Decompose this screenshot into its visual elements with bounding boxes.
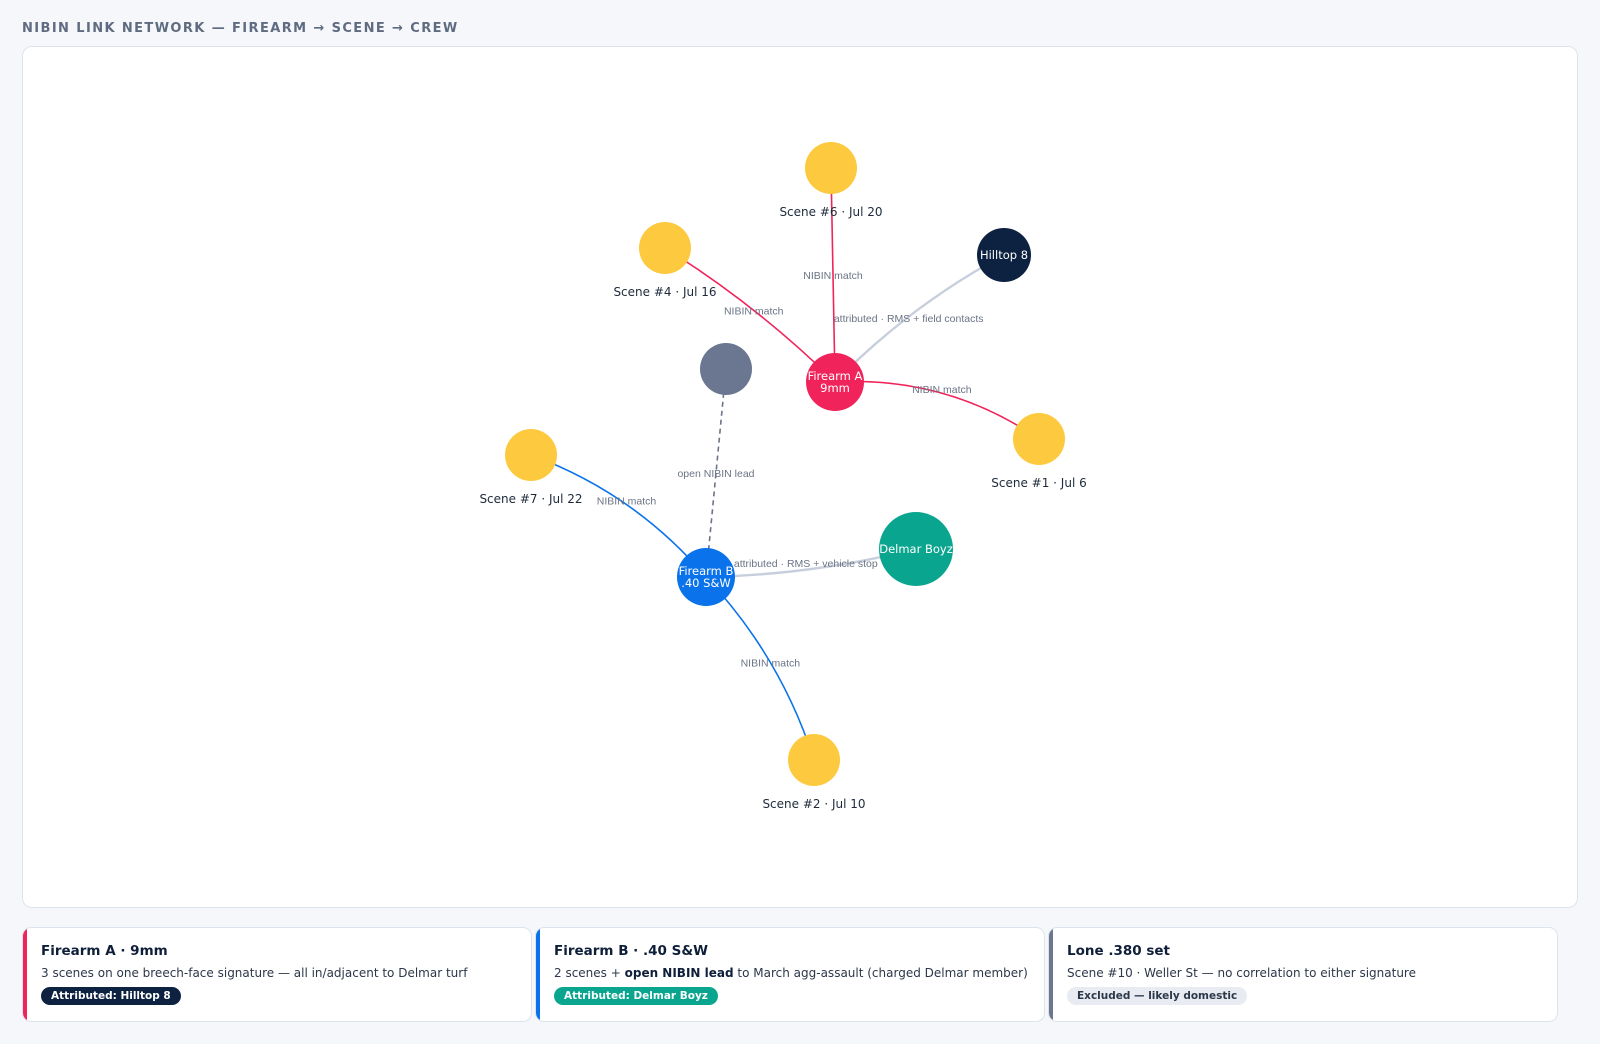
node-firearmA[interactable]: Firearm A 9mm — [806, 353, 864, 411]
edge-labels-layer: NIBIN match NIBIN match NIBIN match attribu… — [597, 270, 984, 669]
card-description: 3 scenes on one breech-face signature — … — [41, 966, 468, 980]
node-label: Scene #7 · Jul 22 — [479, 492, 582, 506]
edge-label: attributed · RMS + field contacts — [834, 313, 984, 325]
node-scene7[interactable]: Scene #7 · Jul 22 — [479, 429, 583, 506]
node-unknown[interactable] — [700, 343, 752, 395]
edge-label: NIBIN match — [803, 270, 863, 282]
network-graph: Scene #6 · Jul 20 Scene #4 · Jul 16 Hillto… — [479, 142, 1087, 811]
node-circle[interactable] — [639, 222, 691, 274]
node-delmar[interactable]: Delmar Boyz — [879, 512, 953, 586]
card-description: 2 scenes + open NIBIN lead to March agg-… — [554, 966, 1028, 980]
node-scene6[interactable]: Scene #6 · Jul 20 — [779, 142, 883, 219]
network-graph-panel: Scene #6 · Jul 20 Scene #4 · Jul 16 Hillto… — [22, 46, 1578, 908]
card-description: Scene #10 · Weller St — no correlation t… — [1067, 966, 1416, 980]
node-scene2[interactable]: Scene #2 · Jul 10 — [762, 734, 866, 811]
node-scene1[interactable]: Scene #1 · Jul 6 — [991, 413, 1087, 490]
edge-label: NIBIN match — [912, 384, 972, 396]
summary-card-firearm-a[interactable]: Firearm A · 9mm 3 scenes on one breech-f… — [22, 927, 532, 1022]
summary-card-firearm-b[interactable]: Firearm B · .40 S&W 2 scenes + open NIBI… — [535, 927, 1045, 1022]
node-label: Scene #4 · Jul 16 — [613, 285, 716, 299]
node-circle[interactable] — [505, 429, 557, 481]
node-inner-label: Hilltop 8 — [980, 248, 1028, 262]
exclusion-badge: Excluded — likely domestic — [1067, 987, 1248, 1005]
node-label: Scene #6 · Jul 20 — [779, 205, 882, 219]
edge-label: NIBIN match — [741, 657, 801, 669]
attribution-badge: Attributed: Hilltop 8 — [41, 987, 181, 1005]
attribution-badge: Attributed: Delmar Boyz — [554, 987, 718, 1005]
edges-layer — [530, 167, 1040, 761]
node-circle[interactable] — [1013, 413, 1065, 465]
node-label: Scene #1 · Jul 6 — [991, 476, 1086, 490]
summary-cards: Firearm A · 9mm 3 scenes on one breech-f… — [22, 927, 1578, 1024]
nodes-layer: Scene #6 · Jul 20 Scene #4 · Jul 16 Hillto… — [479, 142, 1087, 811]
node-circle[interactable] — [700, 343, 752, 395]
node-inner-label: Delmar Boyz — [879, 542, 953, 556]
edge-label: open NIBIN lead — [677, 468, 754, 480]
node-hilltop[interactable]: Hilltop 8 — [977, 228, 1031, 282]
card-description-highlight: open NIBIN lead — [624, 966, 734, 980]
edge-label: NIBIN match — [597, 496, 657, 508]
node-scene4[interactable]: Scene #4 · Jul 16 — [613, 222, 717, 299]
node-circle[interactable] — [788, 734, 840, 786]
edge-label: attributed · RMS + vehicle stop — [734, 558, 878, 570]
node-inner-label: Firearm B .40 S&W — [679, 564, 734, 590]
edge-label: NIBIN match — [724, 305, 784, 317]
card-title: Lone .380 set — [1067, 943, 1170, 959]
card-description-pre: 2 scenes + — [554, 966, 625, 980]
card-description-post: to March agg-assault (charged Delmar mem… — [733, 966, 1028, 980]
node-circle[interactable] — [805, 142, 857, 194]
node-label: Scene #2 · Jul 10 — [762, 797, 865, 811]
card-title: Firearm A · 9mm — [41, 943, 168, 959]
page-title: NIBIN LINK NETWORK — FIREARM → SCENE → C… — [22, 21, 459, 36]
node-firearmB[interactable]: Firearm B .40 S&W — [677, 548, 735, 606]
card-title: Firearm B · .40 S&W — [554, 943, 709, 959]
summary-card-lone-380[interactable]: Lone .380 set Scene #10 · Weller St — no… — [1048, 927, 1558, 1022]
